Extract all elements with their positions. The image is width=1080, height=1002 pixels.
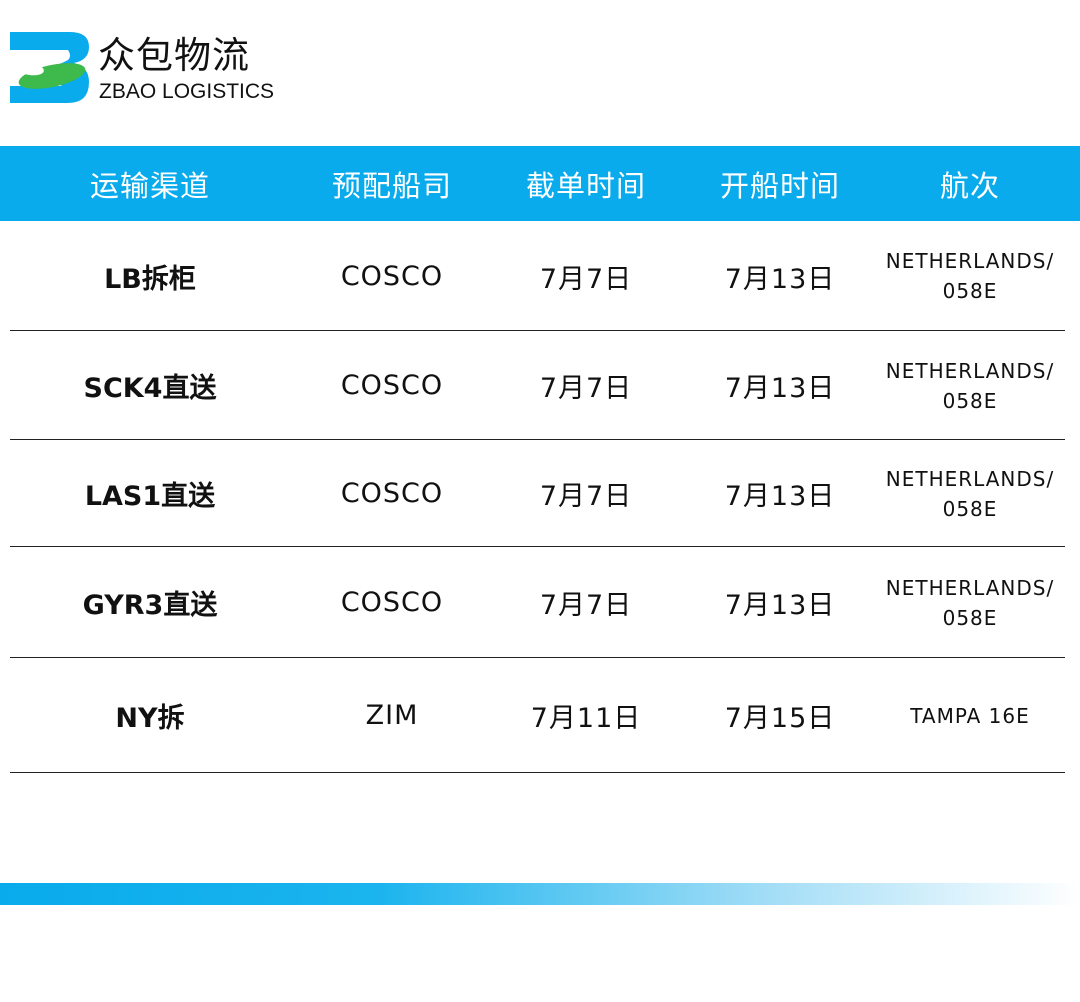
table-row: NY拆 ZIM 7月11日 7月15日 TAMPA 16E [0, 658, 1080, 773]
brand-logo: 众包物流 ZBAO LOGISTICS [10, 30, 280, 110]
cutoff-cell: 7月7日 [539, 481, 633, 512]
voyage-cell: NETHERLANDS/ 058E [870, 331, 1070, 440]
voyage-cell: NETHERLANDS/ 058E [870, 440, 1070, 547]
departure-cell: 7月13日 [724, 263, 836, 295]
departure-cell: 7月13日 [724, 481, 836, 512]
voyage-cell: TAMPA 16E [870, 658, 1070, 773]
channel-cell: GYR3直送 [82, 590, 218, 621]
decorative-gradient-bar [0, 883, 1080, 905]
carrier-cell: COSCO [340, 370, 444, 401]
voyage-line: NETHERLANDS/ [885, 466, 1055, 491]
channel-cell: NY拆 [115, 703, 185, 734]
departure-cell: 7月15日 [724, 703, 836, 734]
channel-cell: LAS1直送 [84, 481, 216, 512]
voyage-line: 058E [942, 388, 998, 413]
voyage-line: 058E [942, 279, 998, 303]
table-row: LAS1直送 COSCO 7月7日 7月13日 NETHERLANDS/ 058… [0, 440, 1080, 547]
voyage-line: NETHERLANDS/ [885, 358, 1055, 383]
shipping-schedule-table: 运输渠道 预配船司 截单时间 开船时间 航次 LB拆柜 COSCO 7月7日 7… [0, 146, 1080, 773]
header-voyage: 航次 [939, 168, 1000, 203]
table-row: SCK4直送 COSCO 7月7日 7月13日 NETHERLANDS/ 058… [0, 331, 1080, 440]
carrier-cell: COSCO [340, 587, 444, 618]
table-row: LB拆柜 COSCO 7月7日 7月13日 NETHERLANDS/ 058E [0, 221, 1080, 331]
brand-name-english: ZBAO LOGISTICS [99, 80, 275, 103]
carrier-cell: COSCO [340, 478, 444, 509]
table-row: GYR3直送 COSCO 7月7日 7月13日 NETHERLANDS/ 058… [0, 547, 1080, 658]
header-channel: 运输渠道 [89, 168, 210, 203]
departure-cell: 7月13日 [724, 373, 836, 404]
voyage-cell: NETHERLANDS/ 058E [870, 221, 1070, 331]
voyage-line: NETHERLANDS/ [885, 575, 1055, 600]
header-carrier: 预配船司 [331, 168, 452, 203]
channel-cell: SCK4直送 [83, 373, 217, 404]
carrier-cell: ZIM [365, 700, 419, 731]
voyage-line: 058E [942, 605, 998, 630]
departure-cell: 7月13日 [724, 590, 836, 621]
voyage-cell: NETHERLANDS/ 058E [870, 547, 1070, 658]
channel-cell: LB拆柜 [104, 263, 196, 295]
voyage-line: 058E [942, 496, 998, 521]
table-header-row: 运输渠道 预配船司 截单时间 开船时间 航次 [0, 146, 1080, 221]
header-cutoff: 截单时间 [525, 168, 646, 203]
voyage-line: NETHERLANDS/ [885, 249, 1055, 273]
zbao-logo-icon [10, 32, 89, 103]
cutoff-cell: 7月7日 [539, 373, 633, 404]
carrier-cell: COSCO [340, 260, 444, 292]
brand-name-chinese: 众包物流 [98, 34, 250, 77]
voyage-line: TAMPA 16E [910, 703, 1030, 728]
cutoff-cell: 7月11日 [530, 703, 642, 734]
cutoff-cell: 7月7日 [539, 263, 633, 295]
header-departure: 开船时间 [719, 168, 840, 203]
cutoff-cell: 7月7日 [539, 590, 633, 621]
